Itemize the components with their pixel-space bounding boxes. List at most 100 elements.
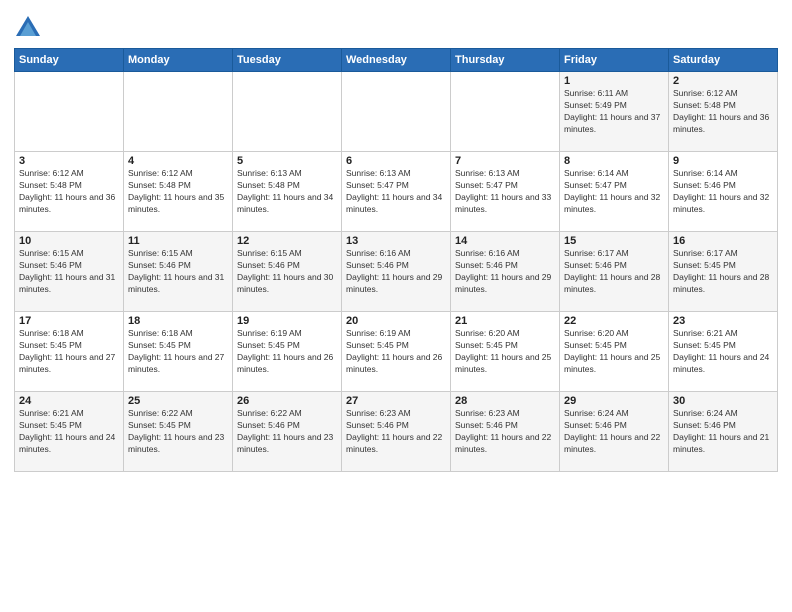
day-cell: 13Sunrise: 6:16 AMSunset: 5:46 PMDayligh… [342,232,451,312]
day-cell: 9Sunrise: 6:14 AMSunset: 5:46 PMDaylight… [669,152,778,232]
day-info: Sunrise: 6:16 AMSunset: 5:46 PMDaylight:… [455,248,555,296]
day-cell: 14Sunrise: 6:16 AMSunset: 5:46 PMDayligh… [451,232,560,312]
day-number: 4 [128,155,228,167]
day-number: 8 [564,155,664,167]
day-cell: 3Sunrise: 6:12 AMSunset: 5:48 PMDaylight… [15,152,124,232]
day-number: 9 [673,155,773,167]
day-number: 30 [673,395,773,407]
day-number: 26 [237,395,337,407]
weekday-header-tuesday: Tuesday [233,49,342,72]
day-number: 15 [564,235,664,247]
day-number: 2 [673,75,773,87]
day-cell: 8Sunrise: 6:14 AMSunset: 5:47 PMDaylight… [560,152,669,232]
day-info: Sunrise: 6:12 AMSunset: 5:48 PMDaylight:… [19,168,119,216]
day-number: 28 [455,395,555,407]
calendar-table: SundayMondayTuesdayWednesdayThursdayFrid… [14,48,778,472]
day-info: Sunrise: 6:15 AMSunset: 5:46 PMDaylight:… [19,248,119,296]
day-info: Sunrise: 6:13 AMSunset: 5:48 PMDaylight:… [237,168,337,216]
day-number: 23 [673,315,773,327]
day-info: Sunrise: 6:20 AMSunset: 5:45 PMDaylight:… [564,328,664,376]
day-cell: 28Sunrise: 6:23 AMSunset: 5:46 PMDayligh… [451,392,560,472]
day-number: 11 [128,235,228,247]
day-number: 6 [346,155,446,167]
day-cell: 27Sunrise: 6:23 AMSunset: 5:46 PMDayligh… [342,392,451,472]
day-cell: 20Sunrise: 6:19 AMSunset: 5:45 PMDayligh… [342,312,451,392]
day-cell [15,72,124,152]
day-cell: 16Sunrise: 6:17 AMSunset: 5:45 PMDayligh… [669,232,778,312]
day-cell: 21Sunrise: 6:20 AMSunset: 5:45 PMDayligh… [451,312,560,392]
day-info: Sunrise: 6:18 AMSunset: 5:45 PMDaylight:… [19,328,119,376]
day-cell: 15Sunrise: 6:17 AMSunset: 5:46 PMDayligh… [560,232,669,312]
day-cell: 11Sunrise: 6:15 AMSunset: 5:46 PMDayligh… [124,232,233,312]
week-row-4: 17Sunrise: 6:18 AMSunset: 5:45 PMDayligh… [15,312,778,392]
day-info: Sunrise: 6:13 AMSunset: 5:47 PMDaylight:… [346,168,446,216]
day-info: Sunrise: 6:14 AMSunset: 5:47 PMDaylight:… [564,168,664,216]
day-number: 10 [19,235,119,247]
day-info: Sunrise: 6:24 AMSunset: 5:46 PMDaylight:… [564,408,664,456]
day-cell: 5Sunrise: 6:13 AMSunset: 5:48 PMDaylight… [233,152,342,232]
week-row-5: 24Sunrise: 6:21 AMSunset: 5:45 PMDayligh… [15,392,778,472]
day-cell: 30Sunrise: 6:24 AMSunset: 5:46 PMDayligh… [669,392,778,472]
day-info: Sunrise: 6:17 AMSunset: 5:45 PMDaylight:… [673,248,773,296]
day-info: Sunrise: 6:12 AMSunset: 5:48 PMDaylight:… [128,168,228,216]
day-number: 25 [128,395,228,407]
day-number: 27 [346,395,446,407]
weekday-header-monday: Monday [124,49,233,72]
day-number: 21 [455,315,555,327]
day-number: 29 [564,395,664,407]
day-info: Sunrise: 6:24 AMSunset: 5:46 PMDaylight:… [673,408,773,456]
day-cell: 22Sunrise: 6:20 AMSunset: 5:45 PMDayligh… [560,312,669,392]
day-info: Sunrise: 6:19 AMSunset: 5:45 PMDaylight:… [346,328,446,376]
day-cell: 12Sunrise: 6:15 AMSunset: 5:46 PMDayligh… [233,232,342,312]
day-number: 7 [455,155,555,167]
day-number: 13 [346,235,446,247]
day-cell: 6Sunrise: 6:13 AMSunset: 5:47 PMDaylight… [342,152,451,232]
day-info: Sunrise: 6:18 AMSunset: 5:45 PMDaylight:… [128,328,228,376]
day-cell: 19Sunrise: 6:19 AMSunset: 5:45 PMDayligh… [233,312,342,392]
day-info: Sunrise: 6:19 AMSunset: 5:45 PMDaylight:… [237,328,337,376]
day-cell: 26Sunrise: 6:22 AMSunset: 5:46 PMDayligh… [233,392,342,472]
day-info: Sunrise: 6:20 AMSunset: 5:45 PMDaylight:… [455,328,555,376]
weekday-header-wednesday: Wednesday [342,49,451,72]
week-row-3: 10Sunrise: 6:15 AMSunset: 5:46 PMDayligh… [15,232,778,312]
day-number: 14 [455,235,555,247]
day-cell [124,72,233,152]
day-info: Sunrise: 6:23 AMSunset: 5:46 PMDaylight:… [346,408,446,456]
day-cell: 29Sunrise: 6:24 AMSunset: 5:46 PMDayligh… [560,392,669,472]
day-info: Sunrise: 6:21 AMSunset: 5:45 PMDaylight:… [19,408,119,456]
logo-icon [14,14,42,42]
day-info: Sunrise: 6:17 AMSunset: 5:46 PMDaylight:… [564,248,664,296]
day-info: Sunrise: 6:15 AMSunset: 5:46 PMDaylight:… [128,248,228,296]
day-number: 1 [564,75,664,87]
day-info: Sunrise: 6:16 AMSunset: 5:46 PMDaylight:… [346,248,446,296]
weekday-header-row: SundayMondayTuesdayWednesdayThursdayFrid… [15,49,778,72]
weekday-header-thursday: Thursday [451,49,560,72]
day-cell: 1Sunrise: 6:11 AMSunset: 5:49 PMDaylight… [560,72,669,152]
week-row-2: 3Sunrise: 6:12 AMSunset: 5:48 PMDaylight… [15,152,778,232]
day-cell: 17Sunrise: 6:18 AMSunset: 5:45 PMDayligh… [15,312,124,392]
day-info: Sunrise: 6:22 AMSunset: 5:45 PMDaylight:… [128,408,228,456]
day-cell: 4Sunrise: 6:12 AMSunset: 5:48 PMDaylight… [124,152,233,232]
day-cell [233,72,342,152]
weekday-header-saturday: Saturday [669,49,778,72]
day-cell [451,72,560,152]
day-number: 24 [19,395,119,407]
page: SundayMondayTuesdayWednesdayThursdayFrid… [0,0,792,612]
day-cell: 25Sunrise: 6:22 AMSunset: 5:45 PMDayligh… [124,392,233,472]
day-cell: 18Sunrise: 6:18 AMSunset: 5:45 PMDayligh… [124,312,233,392]
day-number: 3 [19,155,119,167]
day-number: 22 [564,315,664,327]
day-cell: 23Sunrise: 6:21 AMSunset: 5:45 PMDayligh… [669,312,778,392]
day-number: 20 [346,315,446,327]
day-number: 12 [237,235,337,247]
day-info: Sunrise: 6:22 AMSunset: 5:46 PMDaylight:… [237,408,337,456]
weekday-header-sunday: Sunday [15,49,124,72]
day-cell: 7Sunrise: 6:13 AMSunset: 5:47 PMDaylight… [451,152,560,232]
day-number: 16 [673,235,773,247]
day-info: Sunrise: 6:13 AMSunset: 5:47 PMDaylight:… [455,168,555,216]
week-row-1: 1Sunrise: 6:11 AMSunset: 5:49 PMDaylight… [15,72,778,152]
day-info: Sunrise: 6:11 AMSunset: 5:49 PMDaylight:… [564,88,664,136]
day-number: 5 [237,155,337,167]
day-info: Sunrise: 6:21 AMSunset: 5:45 PMDaylight:… [673,328,773,376]
weekday-header-friday: Friday [560,49,669,72]
